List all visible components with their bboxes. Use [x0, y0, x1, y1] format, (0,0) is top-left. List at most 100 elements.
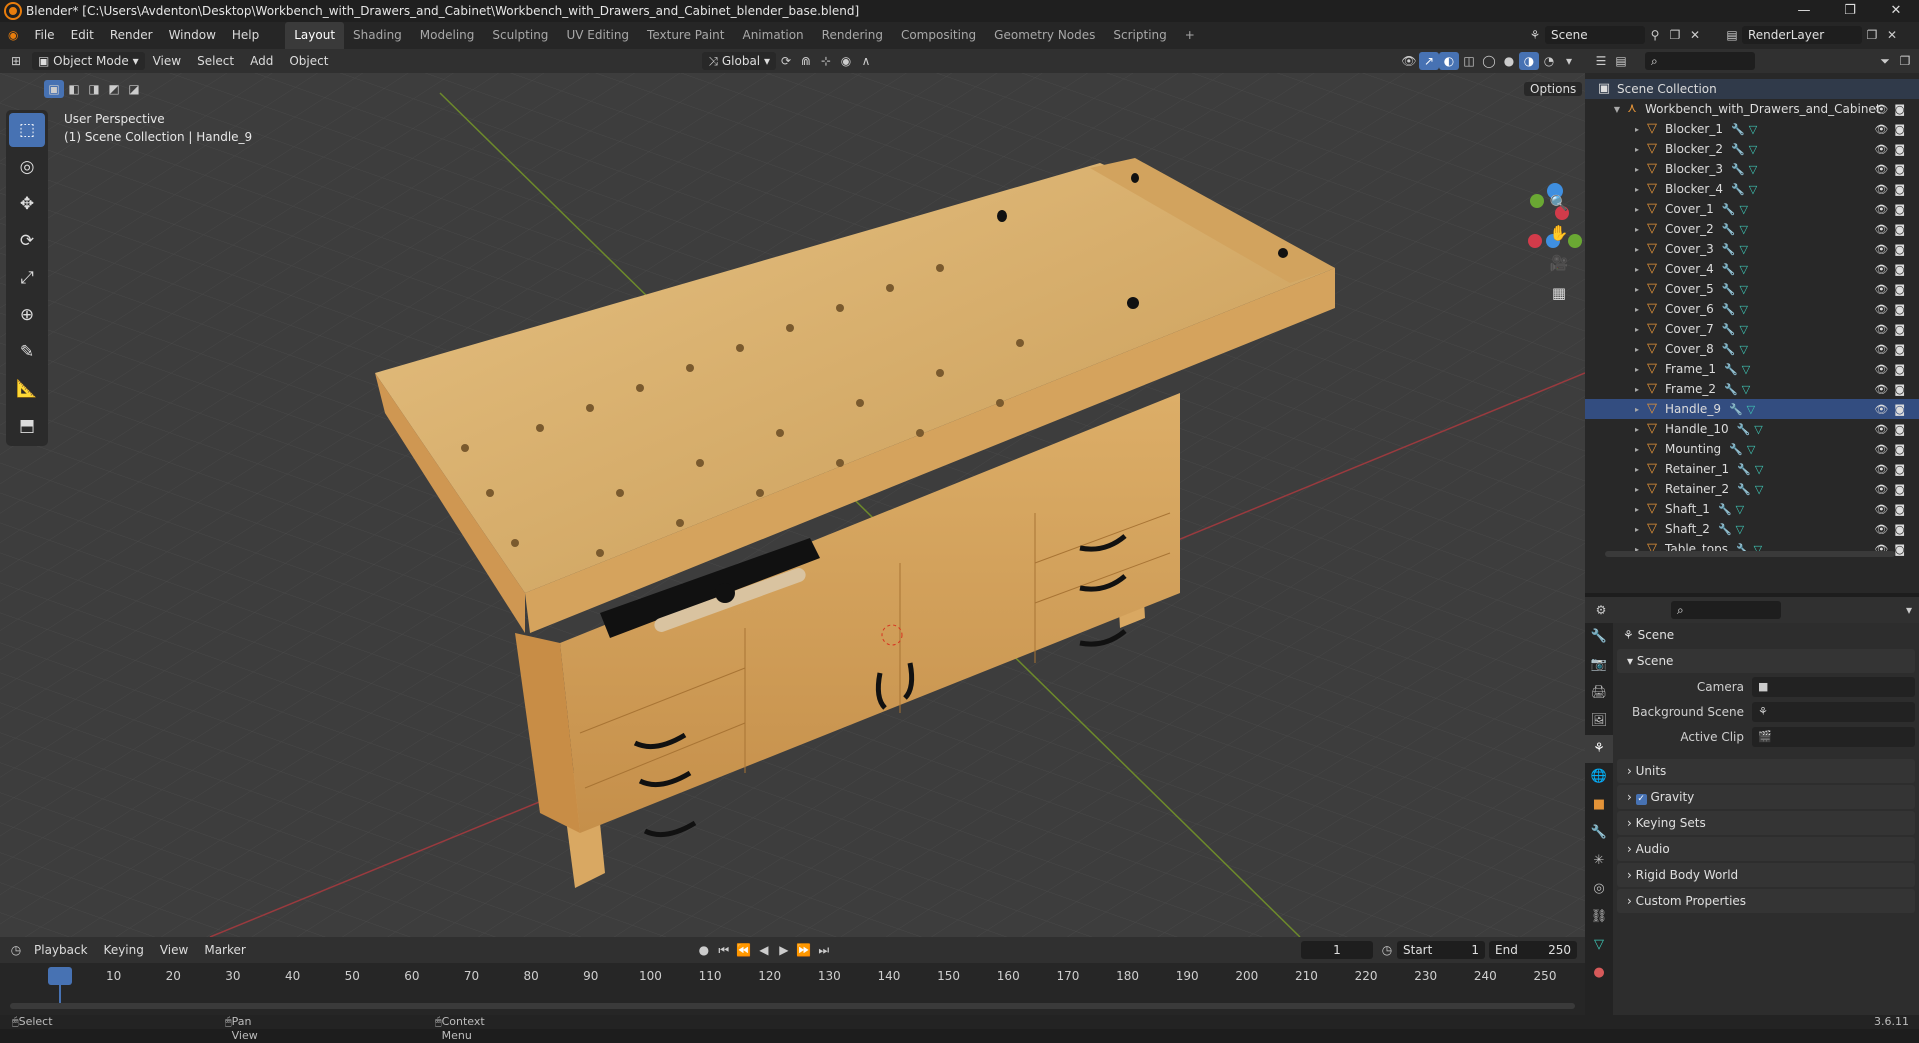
- modifier-mesh-data-icons[interactable]: 🔧 ▽: [1724, 383, 1750, 396]
- menu-window[interactable]: Window: [161, 22, 224, 49]
- constraints-tab-icon[interactable]: ⛓: [1585, 903, 1613, 931]
- menu-edit[interactable]: Edit: [63, 22, 102, 49]
- select-subtract-icon[interactable]: ◨: [84, 80, 104, 98]
- outliner-item-row[interactable]: ▸ ▽ Cover_5 🔧 ▽ 👁◙: [1585, 279, 1919, 299]
- data-tab-icon[interactable]: ▽: [1585, 931, 1613, 959]
- panel-audio-header[interactable]: › Audio: [1617, 837, 1915, 861]
- row-visibility-icons[interactable]: 👁◙: [1874, 383, 1911, 396]
- expand-triangle-icon[interactable]: ▸: [1631, 345, 1643, 354]
- modifier-mesh-data-icons[interactable]: 🔧 ▽: [1722, 323, 1748, 336]
- xray-icon[interactable]: ◫: [1459, 52, 1479, 70]
- row-visibility-icons[interactable]: 👁◙: [1874, 283, 1911, 296]
- menu-marker[interactable]: Marker: [196, 937, 253, 964]
- gizmo-icon[interactable]: ↗: [1419, 52, 1439, 70]
- panel-units-header[interactable]: › Units: [1617, 759, 1915, 783]
- expand-triangle-icon[interactable]: ▸: [1631, 405, 1643, 414]
- expand-triangle-icon[interactable]: ▸: [1631, 265, 1643, 274]
- active-clip-field[interactable]: 🎬: [1752, 727, 1915, 747]
- expand-triangle-icon[interactable]: ▸: [1631, 465, 1643, 474]
- expand-triangle-icon[interactable]: ▸: [1631, 525, 1643, 534]
- proportional-edit-icon[interactable]: ◉: [836, 52, 856, 70]
- play-reverse-icon[interactable]: ◀: [754, 941, 774, 959]
- start-frame-field[interactable]: Start 1: [1397, 941, 1485, 959]
- expand-triangle-icon[interactable]: ▸: [1631, 385, 1643, 394]
- outliner-item-row[interactable]: ▸ ▽ Blocker_3 🔧 ▽ 👁◙: [1585, 159, 1919, 179]
- expand-triangle-icon[interactable]: ▸: [1631, 185, 1643, 194]
- menu-keying[interactable]: Keying: [96, 937, 152, 964]
- tab-shading[interactable]: Shading: [344, 22, 411, 49]
- zoom-icon[interactable]: 🔍: [1546, 190, 1572, 216]
- modifier-mesh-data-icons[interactable]: 🔧 ▽: [1729, 443, 1755, 456]
- move-tool-icon[interactable]: ✥: [9, 187, 45, 221]
- blender-menu-icon[interactable]: ◉: [0, 22, 26, 49]
- modifier-mesh-data-icons[interactable]: 🔧 ▽: [1731, 163, 1757, 176]
- display-mode-icon[interactable]: ▤: [1611, 52, 1631, 70]
- menu-help[interactable]: Help: [224, 22, 267, 49]
- view-layer-field[interactable]: RenderLayer: [1742, 26, 1862, 44]
- row-visibility-icons[interactable]: 👁◙: [1874, 443, 1911, 456]
- outliner-search-input[interactable]: ⌕: [1645, 52, 1755, 70]
- jump-end-icon[interactable]: ⏭: [814, 941, 834, 959]
- maximize-icon[interactable]: ❐: [1827, 0, 1873, 22]
- select-new-icon[interactable]: ▣: [44, 80, 64, 98]
- new-collection-icon[interactable]: ❐: [1895, 52, 1915, 70]
- orientation-dropdown[interactable]: ⤨ Global ▾: [702, 52, 776, 70]
- expand-triangle-icon[interactable]: ▸: [1631, 505, 1643, 514]
- menu-file[interactable]: File: [26, 22, 62, 49]
- measure-tool-icon[interactable]: 📐: [9, 372, 45, 406]
- wireframe-shading-icon[interactable]: ◯: [1479, 52, 1499, 70]
- tab-modeling[interactable]: Modeling: [411, 22, 484, 49]
- row-visibility-icons[interactable]: 👁◙: [1874, 483, 1911, 496]
- row-visibility-icons[interactable]: 👁◙: [1874, 203, 1911, 216]
- gravity-checkbox[interactable]: ✓: [1635, 794, 1647, 805]
- mode-dropdown[interactable]: ▣ Object Mode ▾: [32, 52, 145, 70]
- 3d-viewport[interactable]: [0, 73, 1585, 937]
- select-box-tool-icon[interactable]: ⬚: [9, 113, 45, 147]
- camera-view-icon[interactable]: 🎥: [1546, 250, 1572, 276]
- row-visibility-icons[interactable]: 👁◙: [1874, 143, 1911, 156]
- new-scene-icon[interactable]: ❐: [1665, 26, 1685, 44]
- timeline-scrollbar[interactable]: [10, 1003, 1575, 1009]
- material-tab-icon[interactable]: ●: [1585, 959, 1613, 987]
- shading-options-icon[interactable]: ▾: [1559, 52, 1579, 70]
- row-visibility-icons[interactable]: 👁◙: [1874, 423, 1911, 436]
- panel-scene-header[interactable]: ▾ Scene: [1617, 649, 1915, 673]
- preview-range-icon[interactable]: ◷: [1377, 941, 1397, 959]
- tab-sculpting[interactable]: Sculpting: [483, 22, 557, 49]
- row-visibility-icons[interactable]: 👁◙: [1874, 363, 1911, 376]
- outliner-item-row[interactable]: ▸ ▽ Handle_9 🔧 ▽ 👁◙: [1585, 399, 1919, 419]
- menu-timeline-view[interactable]: View: [152, 937, 196, 964]
- outliner-item-row[interactable]: ▸ ▽ Cover_2 🔧 ▽ 👁◙: [1585, 219, 1919, 239]
- expand-triangle-icon[interactable]: ▸: [1631, 305, 1643, 314]
- tab-compositing[interactable]: Compositing: [892, 22, 985, 49]
- modifier-mesh-data-icons[interactable]: 🔧 ▽: [1731, 143, 1757, 156]
- outliner-item-row[interactable]: ▸ ▽ Blocker_1 🔧 ▽ 👁◙: [1585, 119, 1919, 139]
- expand-triangle-icon[interactable]: ▸: [1631, 205, 1643, 214]
- outliner-item-row[interactable]: ▸ ▽ Shaft_2 🔧 ▽ 👁◙: [1585, 519, 1919, 539]
- tab-animation[interactable]: Animation: [733, 22, 812, 49]
- row-visibility-icons[interactable]: 👁◙: [1874, 403, 1911, 416]
- menu-render[interactable]: Render: [102, 22, 161, 49]
- modifier-mesh-data-icons[interactable]: 🔧 ▽: [1731, 183, 1757, 196]
- playhead[interactable]: [48, 967, 72, 985]
- overlay-icon[interactable]: ◐: [1439, 52, 1459, 70]
- row-visibility-icons[interactable]: 👁◙: [1874, 323, 1911, 336]
- outliner-editor-type-icon[interactable]: ☰: [1591, 52, 1611, 70]
- options-dropdown[interactable]: Options: [1518, 80, 1583, 98]
- row-visibility-icons[interactable]: 👁◙: [1874, 503, 1911, 516]
- expand-triangle-icon[interactable]: ▸: [1631, 365, 1643, 374]
- modifier-mesh-data-icons[interactable]: 🔧 ▽: [1731, 123, 1757, 136]
- modifier-mesh-data-icons[interactable]: 🔧 ▽: [1722, 303, 1748, 316]
- tab-geometry-nodes[interactable]: Geometry Nodes: [985, 22, 1104, 49]
- expand-triangle-icon[interactable]: ▸: [1631, 285, 1643, 294]
- expand-triangle-icon[interactable]: ▸: [1631, 245, 1643, 254]
- scene-tab-icon[interactable]: ⚘: [1585, 735, 1613, 763]
- timeline-editor-type-icon[interactable]: ◷: [6, 941, 26, 959]
- properties-editor-type-icon[interactable]: ⚙: [1591, 601, 1611, 619]
- output-tab-icon[interactable]: 🖨: [1585, 679, 1613, 707]
- delete-scene-icon[interactable]: ✕: [1685, 26, 1705, 44]
- prev-keyframe-icon[interactable]: ⏪: [734, 941, 754, 959]
- properties-options-icon[interactable]: ▾: [1899, 601, 1919, 619]
- modifier-mesh-data-icons[interactable]: 🔧 ▽: [1722, 243, 1748, 256]
- rotate-tool-icon[interactable]: ⟳: [9, 224, 45, 258]
